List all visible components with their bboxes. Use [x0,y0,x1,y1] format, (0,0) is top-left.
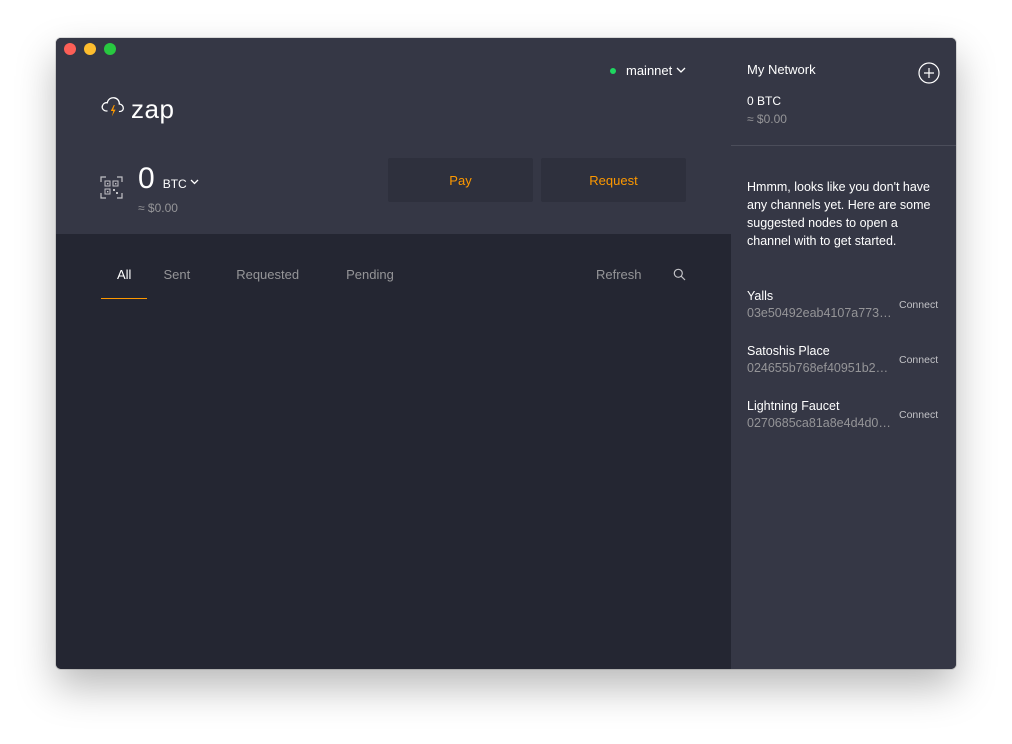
zap-logo: zap [100,94,174,125]
tab-sent[interactable]: Sent [147,260,206,299]
node-pubkey: 024655b768ef40951b20053a5c4b951606d4d860… [747,361,893,375]
network-balance: 0 BTC [747,94,782,108]
window-controls [64,43,116,55]
currency-unit-selector[interactable]: BTC [163,177,187,191]
suggested-node: Yalls 03e50492eab4107a773141bb419e107bda… [747,289,947,320]
tab-pending[interactable]: Pending [330,260,410,299]
app-logo-text: zap [131,94,175,124]
app-window: mainnet zap 0 BTC ≈ $0.00 Pay Request Al… [56,38,956,669]
tab-requested[interactable]: Requested [220,260,315,299]
maximize-window-button[interactable] [104,43,116,55]
wallet-balance: 0 BTC [138,162,199,196]
tab-all[interactable]: All [101,260,148,299]
cloud-bolt-icon [100,94,126,125]
chevron-down-icon [676,67,686,74]
plus-circle-icon [918,62,940,84]
minimize-window-button[interactable] [84,43,96,55]
connect-button[interactable]: Connect [899,409,938,421]
balance-amount: 0 [138,162,155,195]
refresh-button[interactable]: Refresh [596,267,642,282]
sidebar-title: My Network [747,62,816,77]
request-button[interactable]: Request [541,158,686,202]
pay-button[interactable]: Pay [388,158,533,202]
balance-fiat: ≈ $0.00 [138,201,178,215]
suggested-node: Satoshis Place 024655b768ef40951b20053a5… [747,344,947,375]
online-status-dot [610,67,616,74]
main-panel: mainnet zap 0 BTC ≈ $0.00 Pay Request Al… [56,38,731,669]
network-sidebar: My Network 0 BTC ≈ $0.00 Hmmm, looks lik… [731,38,956,669]
network-balance-fiat: ≈ $0.00 [747,112,787,126]
network-name: mainnet [626,63,673,78]
search-icon[interactable] [673,268,686,286]
node-pubkey: 0270685ca81a8e4d4d01beec5781f4cc92468407… [747,416,893,430]
node-pubkey: 03e50492eab4107a773141bb419e107bda3de3d5… [747,306,893,320]
divider [731,145,956,146]
connect-button[interactable]: Connect [899,354,938,366]
add-channel-button[interactable] [918,62,940,84]
activity-tabs: All Sent Requested Pending [101,260,410,299]
no-channels-message: Hmmm, looks like you don't have any chan… [747,180,931,248]
close-window-button[interactable] [64,43,76,55]
suggested-node: Lightning Faucet 0270685ca81a8e4d4d01bee… [747,399,947,430]
wallet-header: mainnet zap 0 BTC ≈ $0.00 Pay Request [56,38,731,234]
qr-code-icon[interactable] [100,176,123,204]
network-selector[interactable]: mainnet [610,63,686,78]
chevron-down-icon[interactable] [190,179,199,185]
connect-button[interactable]: Connect [899,299,938,311]
